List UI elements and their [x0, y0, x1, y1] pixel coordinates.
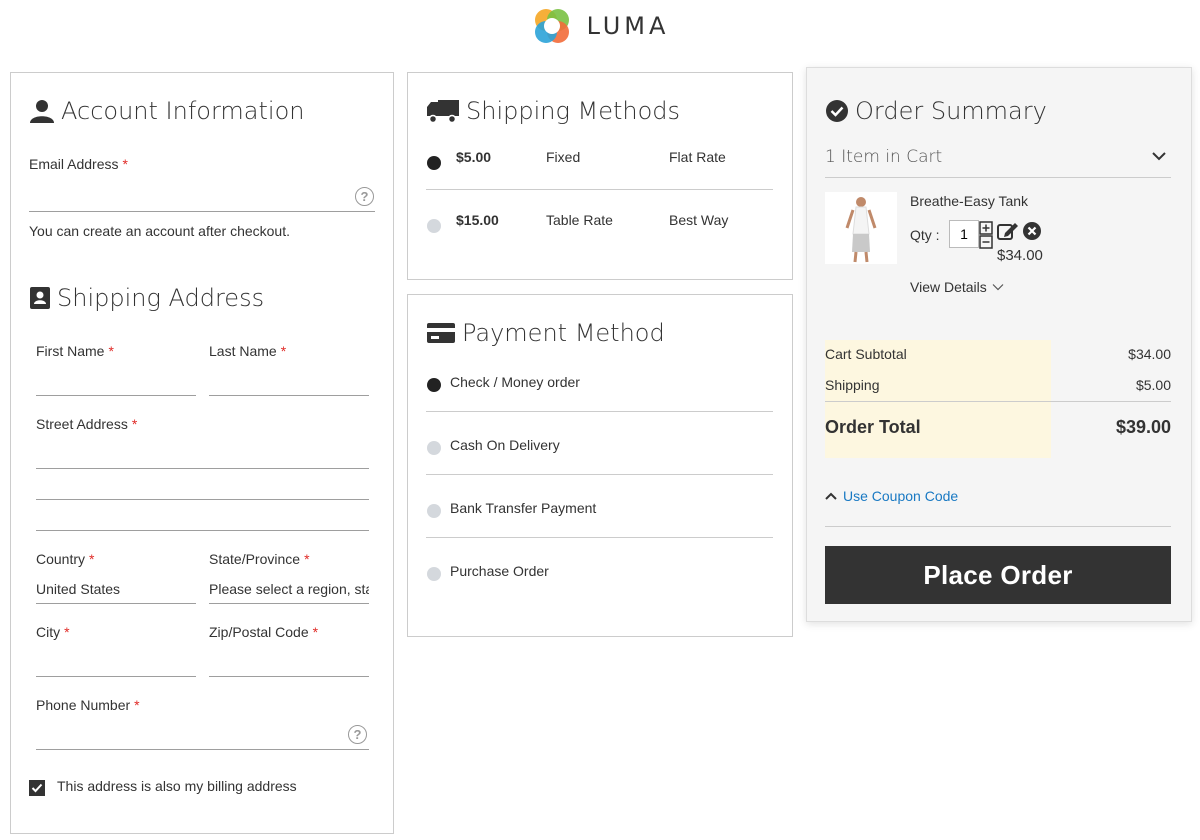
- product-name: Breathe-Easy Tank: [910, 193, 1029, 209]
- order-summary-title: Order Summary: [855, 97, 1047, 125]
- payment-radio-bank[interactable]: [427, 504, 441, 518]
- shipping-address-heading: Shipping Address: [29, 284, 264, 312]
- phone-input[interactable]: [36, 749, 369, 750]
- shipping-radio-flat[interactable]: [427, 156, 441, 170]
- payment-radio-cod[interactable]: [427, 441, 441, 455]
- street-input-2[interactable]: [36, 499, 369, 500]
- shipping-price-table: $15.00: [456, 212, 499, 228]
- country-underline: [36, 603, 196, 604]
- country-select[interactable]: United States: [36, 581, 196, 597]
- zip-label: Zip/Postal Code *: [209, 624, 319, 640]
- luma-logo-icon: [534, 9, 569, 43]
- shipping-radio-table[interactable]: [427, 219, 441, 233]
- country-label: Country *: [36, 551, 95, 567]
- check-circle-icon: [826, 100, 848, 122]
- chevron-down-small-icon: [992, 284, 1004, 291]
- first-name-input[interactable]: [36, 395, 196, 396]
- payment-label-po[interactable]: Purchase Order: [450, 563, 549, 579]
- view-details-label: View Details: [910, 279, 987, 295]
- view-details-toggle[interactable]: View Details: [910, 279, 1004, 295]
- payment-method-panel: Payment Method Check / Money order Cash …: [407, 294, 793, 637]
- qty-input[interactable]: [949, 220, 979, 248]
- cart-divider: [825, 177, 1171, 178]
- chevron-down-icon[interactable]: [1151, 150, 1167, 162]
- phone-label: Phone Number *: [36, 697, 140, 713]
- credit-card-icon: [427, 323, 455, 343]
- shipping-value: $5.00: [1135, 377, 1171, 393]
- payment-label-cod[interactable]: Cash On Delivery: [450, 437, 560, 453]
- street-input-1[interactable]: [36, 468, 369, 469]
- shipping-price-flat: $5.00: [456, 149, 492, 165]
- luma-logo[interactable]: LUMA: [531, 5, 670, 47]
- email-help-icon[interactable]: ?: [355, 187, 374, 206]
- address-book-icon: [30, 287, 50, 309]
- order-total-value: $39.00: [1115, 417, 1171, 437]
- payment-divider-2: [426, 474, 773, 475]
- payment-radio-checkmo[interactable]: [427, 378, 441, 392]
- product-price: $34.00: [997, 247, 1043, 264]
- payment-method-heading: Payment Method: [426, 319, 665, 347]
- user-icon: [30, 100, 54, 123]
- payment-label-bank[interactable]: Bank Transfer Payment: [450, 500, 596, 516]
- city-label: City *: [36, 624, 70, 640]
- header: LUMA: [0, 0, 1200, 52]
- phone-help-icon[interactable]: ?: [348, 725, 367, 744]
- qty-stepper-icon[interactable]: [979, 221, 993, 249]
- remove-icon[interactable]: [1022, 221, 1042, 241]
- payment-label-checkmo[interactable]: Check / Money order: [450, 374, 580, 390]
- email-label: Email Address *: [29, 156, 128, 172]
- order-summary-heading: Order Summary: [825, 97, 1047, 125]
- shipping-method-table: Table Rate: [546, 212, 613, 228]
- shipping-carrier-table: Best Way: [669, 212, 729, 228]
- checkmark-icon: [31, 783, 43, 793]
- city-input[interactable]: [36, 676, 196, 677]
- zip-input[interactable]: [209, 676, 369, 677]
- street-label: Street Address *: [36, 416, 138, 432]
- billing-same-label: This address is also my billing address: [57, 778, 297, 794]
- shipping-method-flat: Fixed: [546, 149, 581, 165]
- shipping-methods-heading: Shipping Methods: [426, 97, 680, 125]
- order-summary-panel: Order Summary 1 Item in Cart Breathe-Eas…: [806, 67, 1192, 622]
- last-name-input[interactable]: [209, 395, 369, 396]
- coupon-divider: [825, 526, 1171, 527]
- shipping-methods-title: Shipping Methods: [466, 97, 681, 125]
- street-input-3[interactable]: [36, 530, 369, 531]
- shipping-carrier-flat: Flat Rate: [669, 149, 726, 165]
- shipping-divider: [426, 189, 773, 190]
- shipping-methods-panel: Shipping Methods $5.00 Fixed Flat Rate $…: [407, 72, 793, 280]
- subtotal-value: $34.00: [1128, 346, 1171, 362]
- truck-icon: [427, 100, 459, 124]
- billing-same-checkbox[interactable]: [29, 780, 45, 796]
- payment-divider-3: [426, 537, 773, 538]
- totals-divider: [825, 401, 1171, 402]
- payment-divider-1: [426, 411, 773, 412]
- qty-label: Qty :: [910, 227, 940, 243]
- first-name-label: First Name *: [36, 343, 114, 359]
- items-in-cart[interactable]: 1 Item in Cart: [825, 147, 942, 167]
- state-underline: [209, 603, 369, 604]
- state-label: State/Province *: [209, 551, 310, 567]
- account-shipping-panel: Account Information Email Address * ? You…: [10, 72, 394, 834]
- coupon-label: Use Coupon Code: [843, 488, 959, 504]
- account-info-heading: Account Information: [29, 97, 304, 125]
- logo-text: LUMA: [586, 12, 670, 40]
- place-order-button[interactable]: Place Order: [825, 546, 1171, 604]
- coupon-toggle[interactable]: Use Coupon Code: [825, 488, 958, 504]
- account-info-title: Account Information: [61, 97, 305, 125]
- chevron-up-icon: [825, 492, 837, 500]
- shipping-address-title: Shipping Address: [57, 284, 265, 312]
- payment-radio-po[interactable]: [427, 567, 441, 581]
- tank-top-image: [845, 197, 877, 263]
- email-underline: [29, 211, 375, 212]
- payment-method-title: Payment Method: [462, 319, 665, 347]
- product-thumbnail: [825, 192, 897, 264]
- state-select[interactable]: Please select a region, sta: [209, 581, 369, 597]
- edit-icon[interactable]: [997, 221, 1019, 241]
- subtotal-label: Cart Subtotal: [825, 346, 907, 362]
- order-total-label: Order Total: [825, 417, 921, 437]
- last-name-label: Last Name *: [209, 343, 287, 359]
- shipping-label: Shipping: [825, 377, 880, 393]
- account-note: You can create an account after checkout…: [29, 223, 290, 239]
